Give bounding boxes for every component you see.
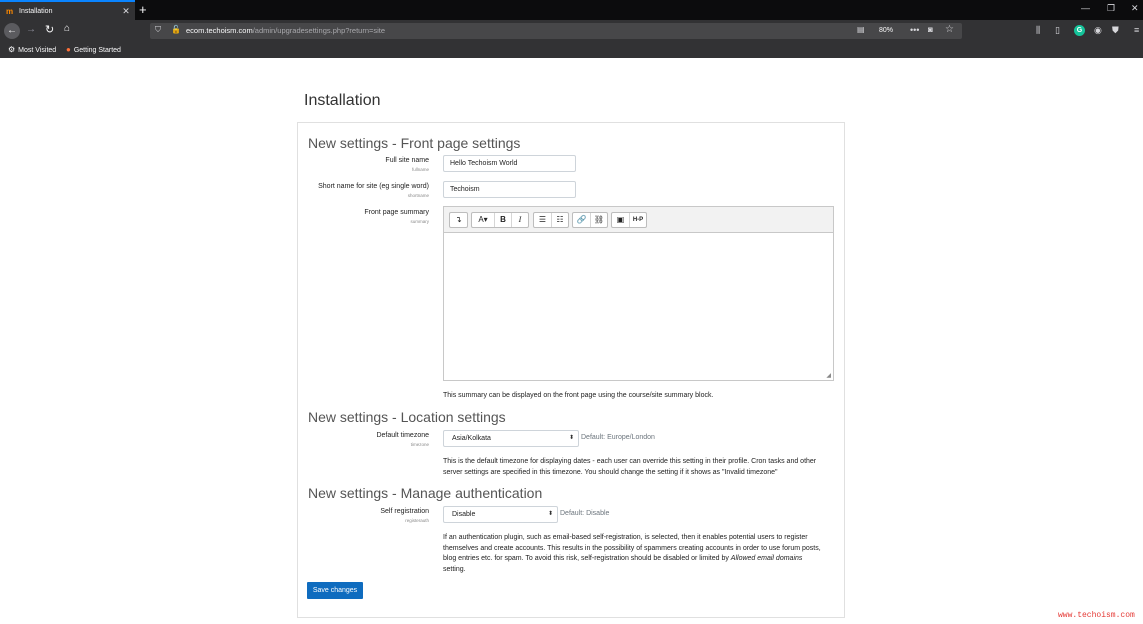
registerauth-help-line-2: themselves and create accounts. This res… (443, 544, 821, 552)
home-icon[interactable]: ⌂ (64, 23, 70, 34)
timezone-help-text: This is the default timezone for display… (443, 457, 816, 478)
restore-icon[interactable]: ❐ (1107, 3, 1115, 14)
select-arrows-icon: ⬍ (547, 511, 553, 517)
reload-icon[interactable]: ↻ (45, 23, 54, 36)
fullname-key: fullname (411, 167, 429, 172)
shortname-key: shortname (407, 193, 429, 198)
forward-arrow-icon[interactable]: → (26, 24, 36, 35)
firefox-icon: ● (66, 45, 71, 54)
toolbar-toggle-icon[interactable]: ↴ (450, 213, 467, 227)
tab-installation[interactable]: m Installation ✕ (0, 0, 135, 20)
registerauth-select[interactable]: Disable ⬍ (443, 506, 558, 523)
registerauth-help-em: Allowed email domains (730, 555, 803, 562)
toolbar-group-style: A▾ B I (471, 212, 529, 228)
url-bar[interactable]: ⛉ 🔓 ecom.techoism.com/admin/upgradesetti… (150, 23, 962, 39)
ublock-shield-icon[interactable]: ⛊ (1112, 25, 1119, 36)
numbered-list-icon[interactable]: ☷ (551, 213, 568, 227)
navigation-toolbar: ← → ↻ ⌂ ⛉ 🔓 ecom.techoism.com/admin/upgr… (0, 20, 1143, 42)
minimize-icon[interactable]: — (1081, 3, 1090, 13)
sidebar-icon[interactable]: ▯ (1055, 25, 1060, 36)
window-close-icon[interactable]: ✕ (1131, 3, 1139, 14)
registerauth-help-line-1: If an authentication plugin, such as ema… (443, 534, 808, 541)
toolbar-group-links: 🔗 ⛓ (572, 212, 608, 228)
bold-icon[interactable]: B (494, 213, 511, 227)
summary-editor[interactable]: ◢ (443, 232, 834, 381)
pocket-icon[interactable]: ◙ (928, 25, 933, 34)
url-host: ecom.techoism.com (186, 26, 253, 35)
save-changes-button[interactable]: Save changes (307, 582, 363, 599)
watermark: www.techoism.com (1058, 611, 1135, 620)
insecure-lock-icon[interactable]: 🔓 (171, 25, 181, 34)
unlink-icon[interactable]: ⛓ (590, 213, 607, 227)
new-tab-icon[interactable]: + (139, 2, 147, 18)
bullet-list-icon[interactable]: ☰ (534, 213, 551, 227)
section-heading-front-page: New settings - Front page settings (308, 135, 521, 151)
menu-hamburger-icon[interactable]: ≡ (1134, 25, 1139, 35)
bookmark-getting-started[interactable]: ● Getting Started (66, 45, 121, 54)
image-icon[interactable]: ▣ (612, 213, 629, 227)
bookmark-label: Getting Started (73, 47, 121, 54)
back-arrow-icon[interactable]: ← (4, 23, 20, 39)
timezone-label: Default timezone (376, 432, 429, 439)
italic-icon[interactable]: I (511, 213, 528, 227)
registerauth-help-line-4: setting. (443, 565, 466, 573)
toolbar-group-media: ▣ H-P (611, 212, 647, 228)
zoom-level[interactable]: 80% (873, 25, 899, 37)
editor-toolbar: ↴ A▾ B I ☰ ☷ 🔗 ⛓ ▣ H-P (443, 206, 834, 232)
timezone-select[interactable]: Asia/Kolkata ⬍ (443, 430, 579, 447)
tab-title: Installation (19, 7, 53, 15)
close-tab-icon[interactable]: ✕ (120, 6, 132, 17)
summary-label: Front page summary (364, 209, 429, 216)
grammarly-extension-icon[interactable]: G (1074, 25, 1085, 36)
gear-icon: ⚙ (8, 45, 16, 54)
timezone-key: timezone (410, 442, 429, 447)
library-icon[interactable]: ⫼ (1036, 25, 1040, 36)
timezone-help-line-2: server settings are specified in this ti… (443, 468, 778, 476)
timezone-default: Default: Europe/London (581, 434, 655, 441)
moodle-favicon-icon: m (6, 6, 14, 16)
reader-view-icon[interactable]: ▤ (857, 25, 865, 34)
resize-grip-icon[interactable]: ◢ (826, 372, 831, 379)
tab-bar: m Installation ✕ + — ❐ ✕ (0, 0, 1143, 20)
shortname-label: Short name for site (eg single word) (318, 183, 429, 190)
timezone-help-line-1: This is the default timezone for display… (443, 458, 817, 465)
bookmark-most-visited[interactable]: ⚙ Most Visited (8, 45, 56, 54)
registerauth-key: registerauth (405, 518, 429, 523)
summary-help-text: This summary can be displayed on the fro… (443, 392, 714, 399)
registerauth-help-line-3: blog entries etc. for spam. To avoid thi… (443, 555, 729, 562)
registerauth-default: Default: Disable (560, 510, 610, 517)
section-heading-location: New settings - Location settings (308, 409, 506, 425)
registerauth-label: Self registration (380, 508, 429, 515)
bookmark-label: Most Visited (18, 47, 57, 54)
fullname-label: Full site name (385, 157, 429, 164)
link-icon[interactable]: 🔗 (573, 213, 590, 227)
summary-key: summary (410, 219, 429, 224)
shortname-input[interactable]: Techoism (443, 181, 576, 198)
bookmark-star-icon[interactable]: ☆ (945, 24, 954, 35)
select-arrows-icon: ⬍ (568, 435, 574, 441)
tracking-shield-icon[interactable]: ⛉ (155, 25, 161, 35)
page-title: Installation (304, 92, 381, 109)
bookmarks-toolbar: ⚙ Most Visited ● Getting Started (0, 42, 1143, 58)
h5p-icon[interactable]: H-P (629, 213, 646, 227)
font-style-icon[interactable]: A▾ (472, 213, 494, 227)
registerauth-help-text: If an authentication plugin, such as ema… (443, 533, 821, 575)
url-text[interactable]: ecom.techoism.com/admin/upgradesettings.… (186, 26, 385, 35)
page-actions-icon[interactable]: ••• (910, 25, 919, 35)
section-heading-authentication: New settings - Manage authentication (308, 485, 543, 501)
toolbar-group-toggle: ↴ (449, 212, 468, 228)
url-path: /admin/upgradesettings.php?return=site (252, 26, 386, 35)
toolbar-group-lists: ☰ ☷ (533, 212, 569, 228)
account-icon[interactable]: ◉ (1094, 25, 1102, 36)
registerauth-value: Disable (452, 511, 476, 518)
timezone-value: Asia/Kolkata (452, 435, 491, 442)
fullname-input[interactable]: Hello Techoism World (443, 155, 576, 172)
